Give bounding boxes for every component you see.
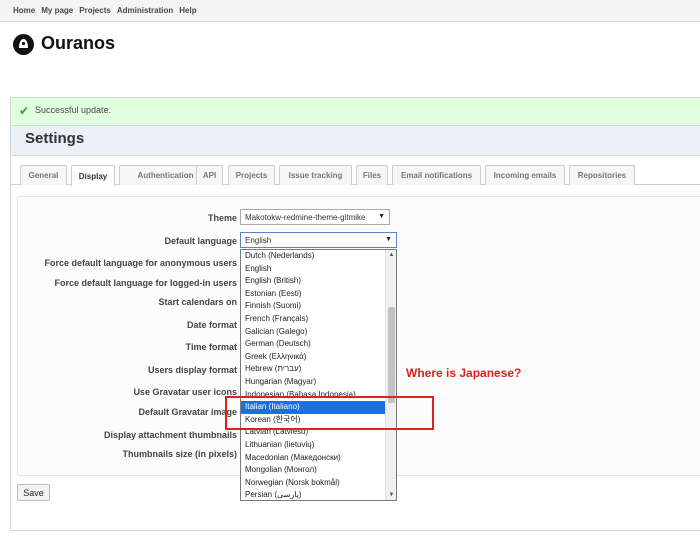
- language-option[interactable]: Dutch (Nederlands): [241, 250, 386, 263]
- label-theme: Theme: [207, 213, 237, 223]
- language-option[interactable]: French (Français): [241, 313, 386, 326]
- language-option[interactable]: Mongolian (Монгол): [241, 464, 386, 477]
- language-option[interactable]: Hungarian (Magyar): [241, 376, 386, 389]
- page-title-band: Settings: [11, 126, 700, 156]
- scroll-down-arrow-icon[interactable]: ▼: [386, 490, 396, 500]
- label-default-language: Default language: [164, 236, 237, 246]
- chevron-down-icon: ▼: [378, 213, 385, 220]
- dropdown-scrollbar[interactable]: ▲ ▼: [385, 250, 396, 500]
- scroll-up-arrow-icon[interactable]: ▲: [386, 250, 396, 260]
- check-icon: ✔: [19, 104, 30, 118]
- top-menu-help[interactable]: Help: [179, 6, 196, 15]
- annotation-text: Where is Japanese?: [406, 366, 522, 380]
- site-logo-icon: [13, 34, 34, 55]
- label-users-display-format: Users display format: [147, 365, 237, 375]
- top-menu-bar: Home My page Projects Administration Hel…: [0, 0, 700, 22]
- tab-email-notifications[interactable]: Email notifications: [392, 165, 481, 185]
- language-option[interactable]: Lithuanian (lietuvių): [241, 439, 386, 452]
- label-thumbnails-size: Thumbnails size (in pixels): [122, 449, 237, 459]
- language-option[interactable]: Galician (Galego): [241, 326, 386, 339]
- tab-issue-tracking[interactable]: Issue tracking: [279, 165, 352, 185]
- label-date-format: Date format: [186, 320, 237, 330]
- site-title[interactable]: Ouranos: [41, 33, 115, 54]
- language-option[interactable]: Estonian (Eesti): [241, 288, 386, 301]
- tab-general[interactable]: General: [20, 165, 67, 185]
- label-default-gravatar: Default Gravatar image: [138, 407, 237, 417]
- chevron-down-icon: ▼: [385, 236, 392, 243]
- language-option[interactable]: Finnish (Suomi): [241, 300, 386, 313]
- tab-files[interactable]: Files: [356, 165, 388, 185]
- top-menu-my-page[interactable]: My page: [41, 6, 73, 15]
- label-display-thumbnails: Display attachment thumbnails: [103, 430, 237, 440]
- language-option[interactable]: Norwegian (Norsk bokmål): [241, 477, 386, 490]
- language-option[interactable]: Greek (Ελληνικά): [241, 351, 386, 364]
- label-use-gravatar: Use Gravatar user icons: [133, 387, 237, 397]
- top-menu: Home My page Projects Administration Hel…: [13, 6, 197, 15]
- top-menu-administration[interactable]: Administration: [117, 6, 173, 15]
- language-option[interactable]: German (Deutsch): [241, 338, 386, 351]
- top-menu-home[interactable]: Home: [13, 6, 35, 15]
- flash-message: Successful update.: [35, 105, 112, 115]
- default-language-value: English: [245, 236, 272, 245]
- language-option[interactable]: English: [241, 263, 386, 276]
- save-button[interactable]: Save: [17, 484, 50, 501]
- tab-repositories[interactable]: Repositories: [569, 165, 635, 185]
- default-language-select[interactable]: English ▼: [240, 232, 397, 248]
- language-dropdown-list[interactable]: Dutch (Nederlands) English English (Brit…: [240, 249, 397, 501]
- language-option[interactable]: Macedonian (Македонски): [241, 452, 386, 465]
- language-option[interactable]: English (British): [241, 275, 386, 288]
- page-title: Settings: [25, 130, 85, 147]
- tab-display[interactable]: Display: [71, 165, 115, 186]
- language-option[interactable]: Hebrew (עברית): [241, 363, 386, 376]
- flash-notice: ✔ Successful update.: [11, 98, 700, 126]
- top-menu-projects[interactable]: Projects: [79, 6, 111, 15]
- tab-incoming-emails[interactable]: Incoming emails: [485, 165, 565, 185]
- label-start-calendars: Start calendars on: [158, 297, 237, 307]
- annotation-highlight-box: [225, 396, 434, 430]
- theme-select[interactable]: Makotokw-redmine-theme-gitmike ▼: [240, 209, 390, 225]
- tab-api[interactable]: API: [196, 165, 223, 185]
- label-force-language-anonymous: Force default language for anonymous use…: [44, 258, 237, 268]
- language-option[interactable]: Persian (پارسی): [241, 489, 386, 500]
- theme-select-value: Makotokw-redmine-theme-gitmike: [245, 213, 366, 222]
- scrollbar-thumb[interactable]: [388, 307, 395, 403]
- tab-projects[interactable]: Projects: [228, 165, 275, 185]
- label-force-language-logged-in: Force default language for logged-in use…: [54, 278, 237, 288]
- label-time-format: Time format: [185, 342, 237, 352]
